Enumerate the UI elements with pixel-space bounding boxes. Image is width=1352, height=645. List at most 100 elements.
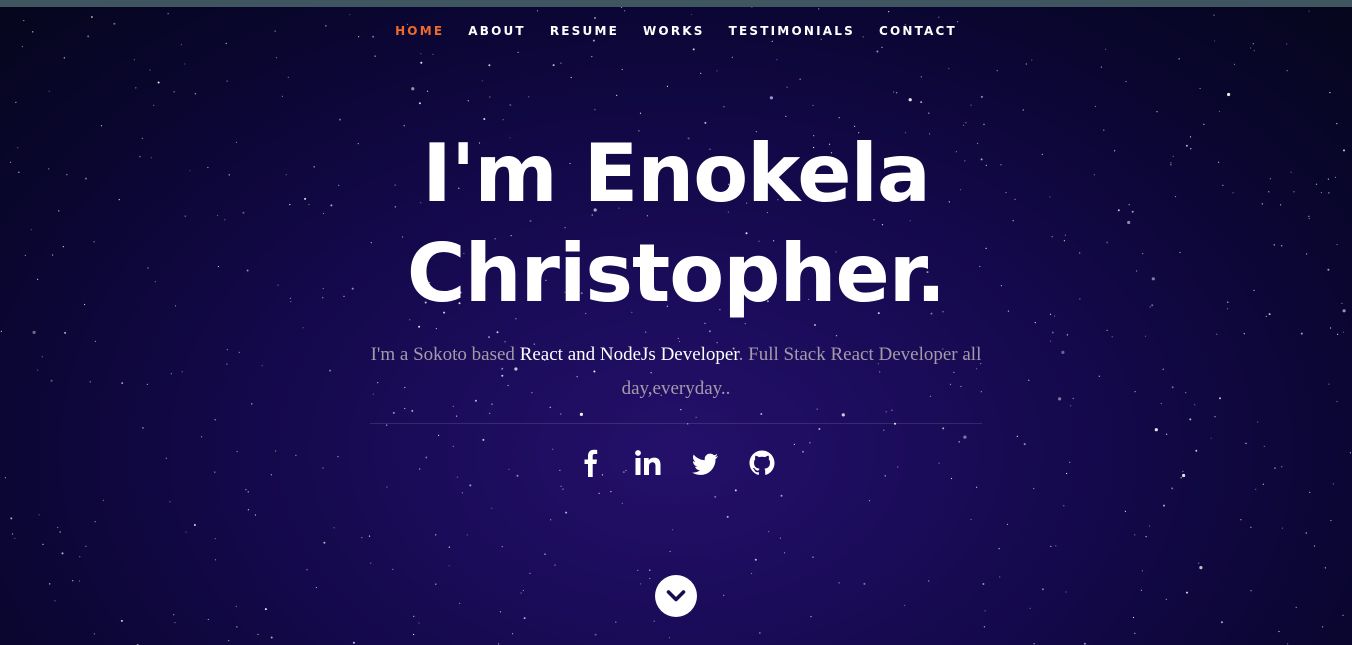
star	[776, 59, 778, 61]
star	[999, 576, 1001, 578]
star	[1162, 368, 1164, 370]
star	[1218, 110, 1221, 113]
star	[1198, 562, 1200, 564]
star	[594, 109, 596, 111]
star	[352, 641, 355, 644]
star	[841, 413, 845, 417]
main-nav: HOME ABOUT RESUME WORKS TESTIMONIALS CON…	[0, 23, 1352, 39]
star	[885, 411, 887, 413]
star	[669, 550, 671, 553]
star	[550, 519, 552, 521]
star	[928, 112, 930, 114]
nav-works[interactable]: WORKS	[643, 23, 705, 39]
star	[818, 8, 820, 10]
twitter-link[interactable]	[691, 448, 719, 478]
star	[85, 545, 87, 547]
star	[904, 604, 906, 607]
star	[386, 486, 388, 488]
star	[1263, 445, 1265, 447]
star	[1049, 340, 1052, 342]
star	[511, 633, 514, 635]
star	[411, 409, 414, 412]
star	[615, 621, 617, 623]
star	[1105, 48, 1107, 51]
headline-line-2: Christopher.	[406, 227, 946, 320]
star	[1178, 58, 1180, 60]
star	[666, 85, 669, 87]
star	[185, 531, 187, 533]
star	[392, 411, 395, 414]
top-bar	[0, 0, 1352, 7]
star	[529, 572, 531, 575]
star	[594, 17, 596, 19]
star	[565, 511, 568, 514]
star	[93, 633, 95, 635]
scroll-down-button[interactable]	[655, 575, 697, 617]
star	[963, 435, 967, 439]
star	[1065, 591, 1067, 593]
star	[89, 381, 91, 383]
nav-contact[interactable]: CONTACT	[879, 23, 957, 39]
star	[157, 81, 160, 84]
star	[1328, 383, 1330, 385]
star	[517, 51, 519, 54]
star	[238, 351, 240, 353]
star	[1023, 443, 1026, 446]
nav-about[interactable]: ABOUT	[468, 23, 526, 39]
star	[838, 582, 840, 584]
star	[920, 76, 922, 78]
star	[891, 409, 893, 411]
star	[1006, 523, 1009, 525]
star	[1033, 643, 1035, 645]
star	[1278, 630, 1280, 633]
star	[21, 46, 23, 48]
star	[1055, 545, 1057, 547]
star	[169, 501, 171, 503]
star	[734, 489, 737, 492]
star	[302, 327, 304, 329]
star	[1171, 487, 1174, 490]
star	[404, 407, 406, 410]
star	[501, 546, 503, 548]
github-link[interactable]	[748, 448, 776, 478]
star	[1098, 375, 1100, 377]
star	[768, 531, 770, 533]
star	[0, 330, 2, 332]
star	[1287, 643, 1289, 645]
star	[174, 622, 176, 624]
star	[264, 608, 267, 611]
star	[173, 614, 175, 616]
star	[680, 409, 682, 411]
star	[780, 494, 783, 497]
star	[1171, 386, 1174, 389]
star	[1029, 607, 1031, 609]
star	[1322, 626, 1324, 628]
star	[214, 538, 216, 540]
star	[361, 537, 363, 539]
star	[435, 583, 437, 585]
star	[1342, 331, 1344, 333]
star	[868, 500, 871, 502]
star	[448, 546, 450, 548]
star	[1324, 567, 1326, 569]
star	[1134, 632, 1136, 634]
star	[700, 72, 702, 74]
star	[1149, 525, 1151, 527]
nav-resume[interactable]: RESUME	[550, 23, 619, 39]
star	[38, 514, 40, 516]
nav-testimonials[interactable]: TESTIMONIALS	[729, 23, 855, 39]
star	[1050, 545, 1052, 548]
star	[167, 13, 169, 15]
star	[984, 610, 986, 612]
facebook-link[interactable]	[577, 448, 605, 478]
nav-home[interactable]: HOME	[395, 23, 444, 39]
star	[1336, 400, 1338, 403]
star	[1166, 433, 1168, 435]
linkedin-link[interactable]	[634, 448, 662, 478]
star	[958, 441, 960, 443]
star	[1094, 105, 1096, 108]
star	[1016, 435, 1018, 437]
star	[54, 600, 56, 602]
star	[759, 632, 761, 634]
star	[15, 101, 17, 103]
